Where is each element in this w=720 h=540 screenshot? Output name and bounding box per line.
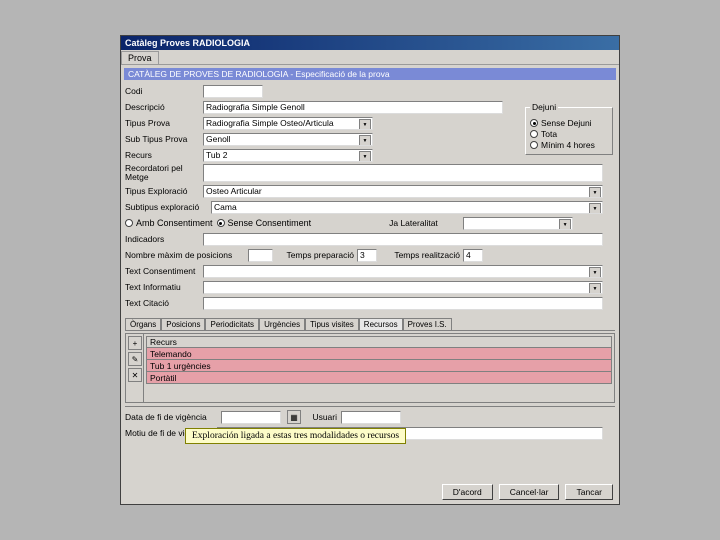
label-sub-tipus-prova: Sub Tipus Prova bbox=[125, 134, 203, 144]
label-data-fi: Data de fi de vigència bbox=[125, 412, 217, 422]
resource-item[interactable]: Telemando bbox=[146, 348, 612, 360]
input-temps-real[interactable]: 4 bbox=[463, 249, 483, 262]
dejuni-group: Dejuni Sense Dejuni Tota Mínim 4 hores bbox=[525, 102, 613, 155]
label-temps-real: Temps realització bbox=[380, 250, 460, 260]
input-temps-prep[interactable]: 3 bbox=[357, 249, 377, 262]
separator bbox=[125, 406, 615, 407]
label-usuari: Usuari bbox=[305, 412, 337, 422]
resource-panel: + ✎ ✕ Recurs Telemando Tub 1 urgències P… bbox=[125, 333, 615, 403]
select-tipus-prova[interactable]: Radiografia Simple Osteo/Articula bbox=[203, 117, 373, 130]
radio-dot-icon bbox=[530, 141, 538, 149]
label-indicadors: Indicadors bbox=[125, 234, 203, 244]
window-title: Catàleg Proves RADIOLOGIA bbox=[125, 38, 250, 48]
dialog-buttons: D'acord Cancel·lar Tancar bbox=[442, 484, 613, 500]
input-descripcio[interactable]: Radiografia Simple Genoll bbox=[203, 101, 503, 114]
select-text-informatiu[interactable] bbox=[203, 281, 603, 294]
input-recordatori[interactable] bbox=[203, 164, 603, 182]
tab-prova[interactable]: Prova bbox=[121, 51, 159, 64]
label-descripcio: Descripció bbox=[125, 102, 203, 112]
dejuni-legend: Dejuni bbox=[530, 102, 558, 112]
label-subtipus-exploracio: Subtipus exploració bbox=[125, 202, 211, 212]
radio-dot-icon bbox=[530, 130, 538, 138]
close-button[interactable]: Tancar bbox=[565, 484, 613, 500]
radio-tota[interactable]: Tota bbox=[530, 129, 608, 139]
label-tipus-exploracio: Tipus Exploració bbox=[125, 186, 203, 196]
input-usuari[interactable] bbox=[341, 411, 401, 424]
label-text-citacio: Text Citació bbox=[125, 298, 203, 308]
itab-posicions[interactable]: Posicions bbox=[161, 318, 205, 330]
window-titlebar: Catàleg Proves RADIOLOGIA bbox=[121, 36, 619, 50]
label-nombre-max: Nombre màxim de posicions bbox=[125, 250, 245, 260]
plus-icon: + bbox=[133, 339, 138, 348]
radio-sense-dejuni[interactable]: Sense Dejuni bbox=[530, 118, 608, 128]
itab-organs[interactable]: Òrgans bbox=[125, 318, 161, 330]
annotation-note: Exploración ligada a estas tres modalida… bbox=[185, 428, 406, 444]
radio-dot-icon bbox=[530, 119, 538, 127]
label-temps-prep: Temps preparació bbox=[276, 250, 354, 260]
annotation-text: Exploración ligada a estas tres modalida… bbox=[192, 431, 399, 441]
add-resource-button[interactable]: + bbox=[128, 336, 142, 350]
main-tabrow: Prova bbox=[121, 51, 619, 65]
itab-proves-is[interactable]: Proves I.S. bbox=[403, 318, 452, 330]
select-tipus-exploracio[interactable]: Osteo Articular bbox=[203, 185, 603, 198]
itab-recursos[interactable]: Recursos bbox=[359, 318, 403, 330]
radio-dot-icon bbox=[125, 219, 133, 227]
radio-minim-4h[interactable]: Mínim 4 hores bbox=[530, 140, 608, 150]
calendar-button[interactable]: ▦ bbox=[287, 410, 301, 424]
input-text-citacio[interactable] bbox=[203, 297, 603, 310]
cancel-button[interactable]: Cancel·lar bbox=[499, 484, 560, 500]
resource-list: Recurs Telemando Tub 1 urgències Portàti… bbox=[144, 334, 614, 402]
x-icon: ✕ bbox=[132, 371, 139, 380]
label-text-informatiu: Text Informatiu bbox=[125, 282, 203, 292]
section-header: CATÀLEG DE PROVES DE RADIOLOGIA - Especi… bbox=[124, 68, 616, 80]
itab-tipus-visites[interactable]: Tipus visites bbox=[305, 318, 359, 330]
input-nombre-max[interactable] bbox=[248, 249, 273, 262]
resource-item[interactable]: Tub 1 urgències bbox=[146, 360, 612, 372]
delete-resource-button[interactable]: ✕ bbox=[128, 368, 142, 382]
itab-periodicitats[interactable]: Periodicitats bbox=[205, 318, 259, 330]
dacord-button[interactable]: D'acord bbox=[442, 484, 493, 500]
label-recordatori: Recordatori pel Metge bbox=[125, 164, 203, 182]
label-recurs: Recurs bbox=[125, 150, 203, 160]
select-sub-tipus-prova[interactable]: Genoll bbox=[203, 133, 373, 146]
pencil-icon: ✎ bbox=[132, 355, 139, 364]
select-ja-lateralitat[interactable] bbox=[463, 217, 573, 230]
resource-list-header: Recurs bbox=[146, 336, 612, 348]
resource-item[interactable]: Portàtil bbox=[146, 372, 612, 384]
input-data-fi[interactable] bbox=[221, 411, 281, 424]
tab-prova-label: Prova bbox=[128, 53, 152, 63]
select-subtipus-exploracio[interactable]: Cama bbox=[211, 201, 603, 214]
edit-resource-button[interactable]: ✎ bbox=[128, 352, 142, 366]
radio-amb-consentiment[interactable]: Amb Consentiment bbox=[125, 218, 213, 228]
label-text-consentiment: Text Consentiment bbox=[125, 266, 203, 276]
select-recurs[interactable]: Tub 2 bbox=[203, 149, 373, 162]
label-ja-lateralitat: Ja Lateralitat bbox=[389, 218, 459, 228]
resource-toolbar: + ✎ ✕ bbox=[126, 334, 144, 402]
input-codi[interactable] bbox=[203, 85, 263, 98]
radio-dot-icon bbox=[217, 219, 225, 227]
section-header-text: CATÀLEG DE PROVES DE RADIOLOGIA - Especi… bbox=[128, 69, 390, 79]
label-codi: Codi bbox=[125, 86, 203, 96]
radio-sense-consentiment[interactable]: Sense Consentiment bbox=[217, 218, 312, 228]
inner-tabs: Òrgans Posicions Periodicitats Urgències… bbox=[125, 318, 615, 331]
select-text-consentiment[interactable] bbox=[203, 265, 603, 278]
input-indicadors[interactable] bbox=[203, 233, 603, 246]
calendar-icon: ▦ bbox=[290, 413, 298, 422]
itab-urgencies[interactable]: Urgències bbox=[259, 318, 305, 330]
label-tipus-prova: Tipus Prova bbox=[125, 118, 203, 128]
